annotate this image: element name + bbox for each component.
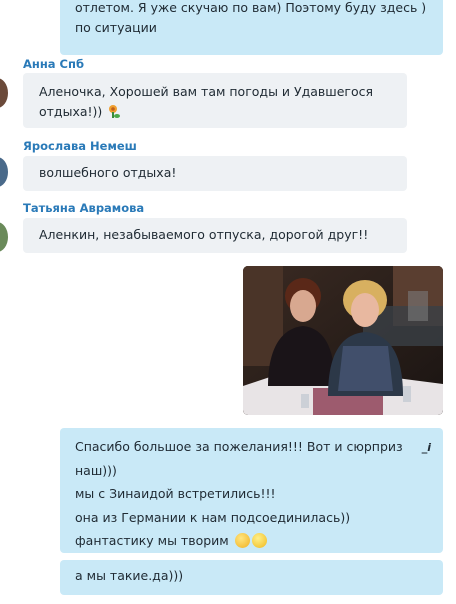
message-line: Спасибо большое за пожелания!!! Вот и сю… (75, 439, 403, 454)
avatar[interactable] (0, 78, 8, 108)
message-outgoing-reply[interactable]: _i Спасибо большое за пожелания!!! Вот и… (60, 428, 443, 553)
avatar[interactable] (0, 157, 8, 187)
message-line: фантастику мы творим (75, 533, 229, 548)
message-line: отдыха!)) (39, 104, 103, 119)
edit-icon[interactable]: _i (422, 436, 431, 460)
message-line: мы с Зинаидой встретились!!! (75, 486, 276, 501)
sender-name[interactable]: Ярослава Немеш (23, 139, 137, 153)
message-line: Аленкин, незабываемого отпуска, дорогой … (39, 227, 369, 242)
message-line: по ситуации (75, 20, 157, 35)
message-line-wrap: отдыха!)) (39, 102, 407, 122)
message-line: она из Германии к нам подсоединилась)) (75, 509, 351, 525)
message-outgoing-last[interactable]: а мы такие.да))) (60, 560, 443, 595)
message-incoming[interactable]: Аленочка, Хорошей вам там погоды и Удавш… (23, 73, 407, 128)
message-line-wrap: фантастику мы творим (75, 529, 443, 553)
laughing-emoticon-icon (234, 533, 250, 548)
sender-name[interactable]: Татьяна Аврамова (23, 201, 144, 215)
message-outgoing-top[interactable]: отлетом. Я уже скучаю по вам) Поэтому бу… (60, 0, 443, 55)
message-incoming[interactable]: волшебного отдыха! (23, 156, 407, 191)
sender-name[interactable]: Анна Спб (23, 57, 84, 71)
shared-photo[interactable] (243, 266, 443, 415)
message-line: Аленочка, Хорошей вам там погоды и Удавш… (39, 84, 374, 99)
smile-emoticon-icon (251, 533, 267, 548)
message-line: а мы такие.да))) (75, 568, 184, 583)
flower-emoticon-icon (106, 104, 122, 120)
message-line: наш))) (75, 462, 117, 478)
avatar[interactable] (0, 222, 8, 252)
message-incoming[interactable]: Аленкин, незабываемого отпуска, дорогой … (23, 218, 407, 253)
message-line: отлетом. Я уже скучаю по вам) Поэтому бу… (75, 0, 427, 15)
message-line: волшебного отдыха! (39, 165, 177, 180)
